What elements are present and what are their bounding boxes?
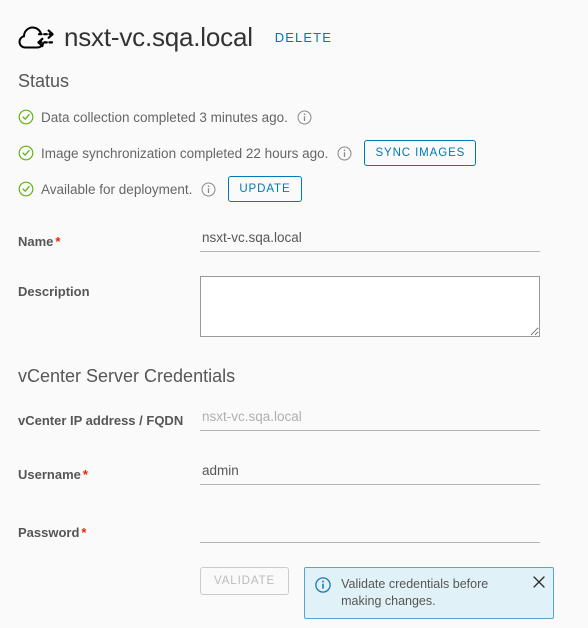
form-row-fqdn: vCenter IP address / FQDN bbox=[0, 405, 588, 441]
update-button[interactable]: UPDATE bbox=[228, 176, 302, 202]
alert-message: Validate credentials before making chang… bbox=[341, 577, 489, 608]
form-row-name: Name * bbox=[0, 226, 588, 262]
status-text: Data collection completed 3 minutes ago. bbox=[41, 109, 288, 125]
validate-button[interactable]: VALIDATE bbox=[200, 567, 290, 595]
description-control bbox=[200, 276, 588, 337]
status-row: Data collection completed 3 minutes ago. bbox=[18, 102, 588, 132]
name-input[interactable] bbox=[200, 226, 540, 252]
fqdn-input[interactable] bbox=[200, 405, 540, 431]
status-text: Available for deployment. bbox=[41, 181, 193, 197]
success-check-icon bbox=[18, 145, 34, 161]
required-marker: * bbox=[55, 234, 61, 249]
status-list: Data collection completed 3 minutes ago.… bbox=[0, 102, 588, 204]
success-check-icon bbox=[18, 181, 34, 197]
info-circle-icon bbox=[315, 577, 331, 593]
status-row: Available for deployment. UPDATE bbox=[18, 174, 588, 204]
delete-button[interactable]: DELETE bbox=[275, 30, 332, 45]
info-alert: Validate credentials before making chang… bbox=[304, 567, 555, 619]
page-title: nsxt-vc.sqa.local bbox=[64, 22, 253, 52]
credentials-form: vCenter IP address / FQDN Username* Pass… bbox=[0, 405, 588, 553]
password-label-text: Password bbox=[18, 525, 80, 540]
password-input[interactable] bbox=[200, 517, 540, 543]
username-input[interactable] bbox=[200, 459, 540, 485]
credentials-heading: vCenter Server Credentials bbox=[18, 366, 236, 386]
cloud-sync-icon bbox=[18, 21, 58, 53]
main-form: Name* Description bbox=[0, 226, 588, 337]
fqdn-control bbox=[200, 405, 588, 431]
sync-images-button[interactable]: SYNC IMAGES bbox=[364, 140, 477, 166]
required-marker: * bbox=[82, 467, 88, 482]
status-text: Image synchronization completed 22 hours… bbox=[41, 145, 329, 161]
form-row-password: Password * bbox=[0, 517, 588, 553]
name-label: Name * bbox=[18, 226, 200, 251]
username-control bbox=[200, 459, 588, 485]
info-icon[interactable] bbox=[201, 182, 216, 197]
username-label: Username * bbox=[18, 459, 200, 484]
status-row: Image synchronization completed 22 hours… bbox=[18, 138, 588, 168]
status-heading: Status bbox=[18, 71, 70, 91]
info-icon[interactable] bbox=[337, 146, 352, 161]
page-header: nsxt-vc.sqa.local DELETE bbox=[0, 0, 588, 56]
name-control bbox=[200, 226, 588, 252]
form-row-description: Description bbox=[0, 276, 588, 337]
description-textarea[interactable] bbox=[200, 276, 540, 337]
form-row-username: Username * bbox=[0, 459, 588, 495]
description-label: Description bbox=[18, 284, 90, 299]
fqdn-label: vCenter IP address / FQDN bbox=[18, 413, 184, 428]
password-control bbox=[200, 517, 588, 543]
close-icon[interactable] bbox=[532, 575, 546, 589]
username-label-text: Username bbox=[18, 467, 81, 482]
password-label: Password * bbox=[18, 517, 200, 542]
required-marker: * bbox=[81, 525, 87, 540]
success-check-icon bbox=[18, 109, 34, 125]
info-icon[interactable] bbox=[297, 110, 312, 125]
name-label-text: Name bbox=[18, 234, 54, 249]
action-row: VALIDATE Validate credentials before mak… bbox=[0, 567, 588, 619]
